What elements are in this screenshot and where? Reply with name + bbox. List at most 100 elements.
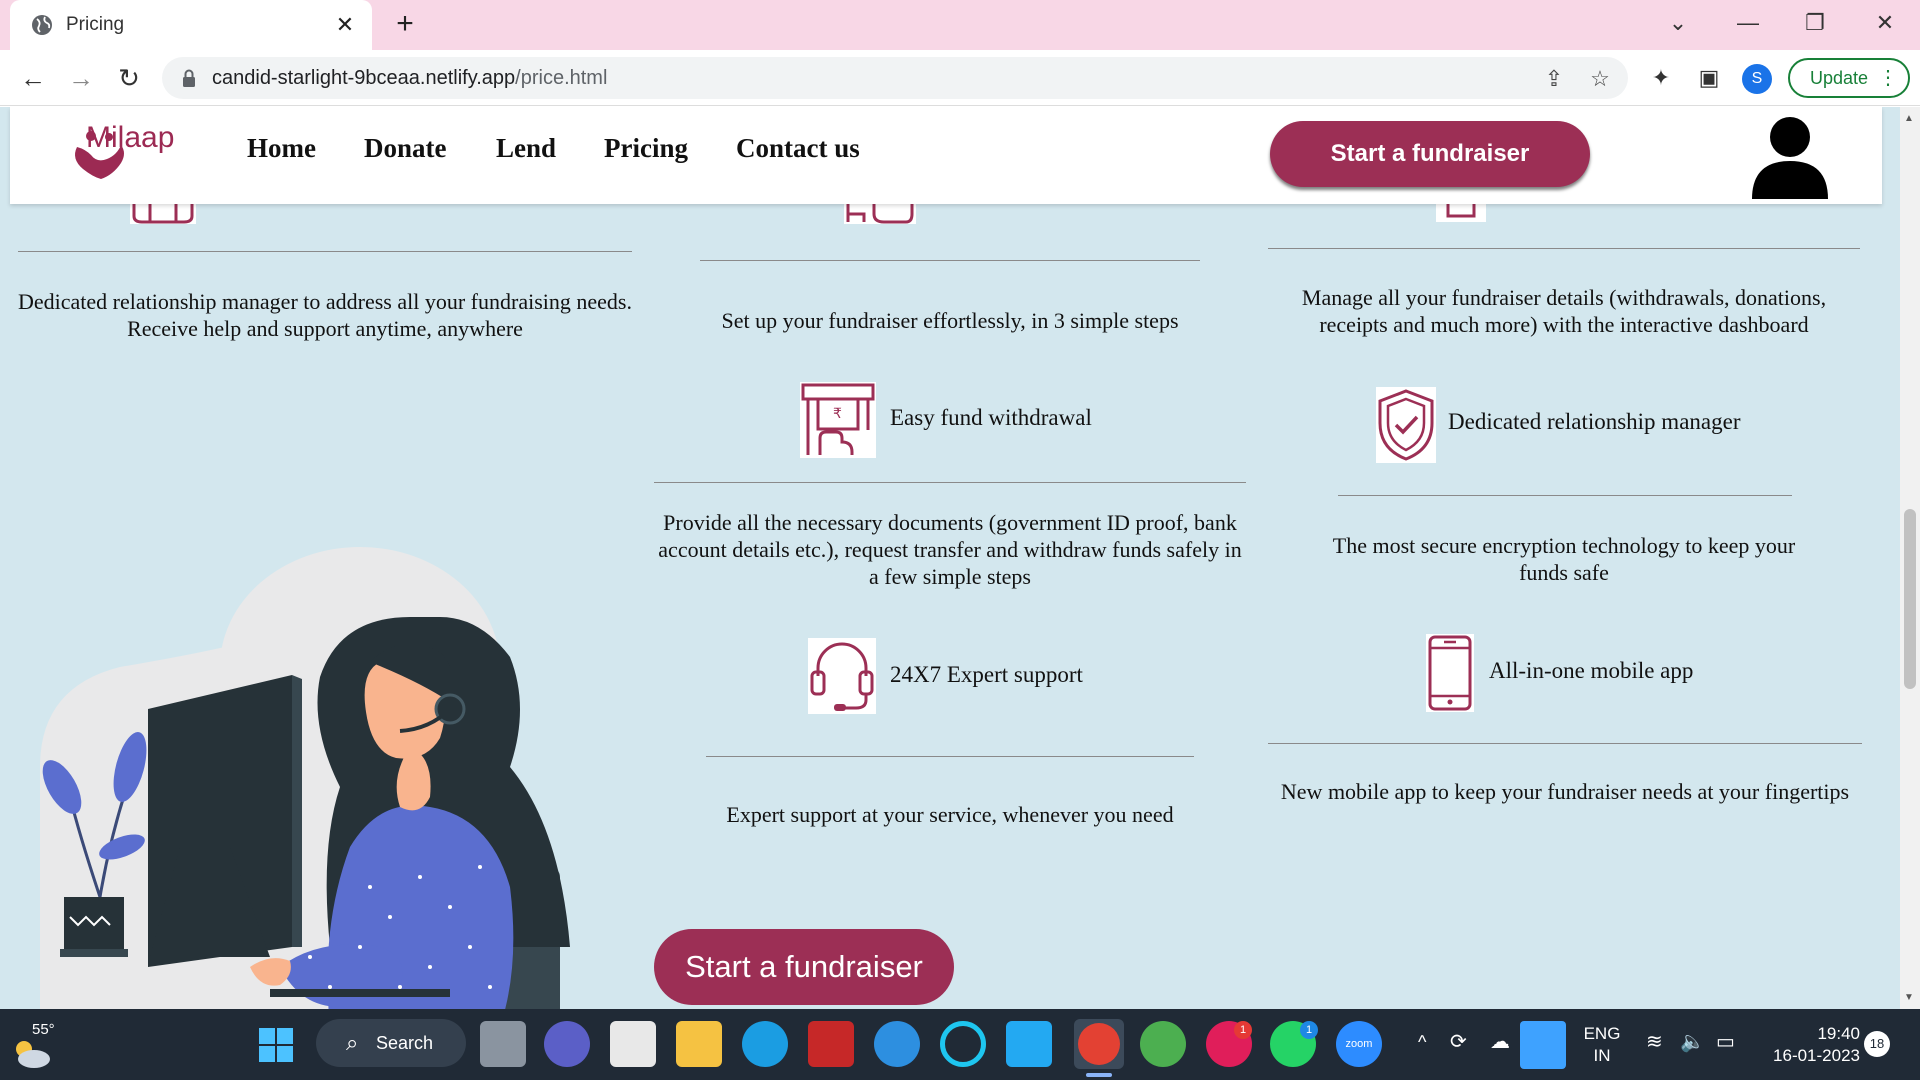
col1-description: Dedicated relationship manager to addres… — [18, 289, 632, 341]
profile-avatar[interactable]: S — [1742, 64, 1772, 94]
browser-toolbar: ← → ↻ candid-starlight-9bceaa.netlify.ap… — [0, 50, 1920, 106]
tray-chevron-icon[interactable]: ^ — [1418, 1031, 1426, 1053]
support-agent-illustration — [40, 547, 570, 1009]
divider-withdrawal — [654, 482, 1246, 483]
search-label: Search — [376, 1033, 434, 1053]
nav-lend[interactable]: Lend — [496, 133, 556, 164]
globe-icon — [32, 15, 52, 35]
nav-home[interactable]: Home — [247, 133, 316, 164]
microphone-icon[interactable] — [1520, 1021, 1566, 1069]
lock-icon — [183, 69, 195, 87]
address-bar[interactable]: candid-starlight-9bceaa.netlify.app/pric… — [162, 57, 1628, 99]
reload-button[interactable]: ↻ — [112, 61, 146, 95]
nav-pricing[interactable]: Pricing — [604, 133, 688, 164]
slack-badge: 1 — [1234, 1021, 1252, 1039]
volume-icon[interactable]: 🔈 — [1680, 1031, 1705, 1053]
url-host: candid-starlight-9bceaa.netlify.app — [212, 67, 516, 89]
partial-icon-col3 — [1436, 204, 1486, 222]
browser-tab-strip: Pricing ✕ + ⌄ — ❐ ✕ — [0, 0, 1920, 50]
mcafee-icon[interactable] — [808, 1021, 854, 1067]
scrollbar-thumb[interactable] — [1904, 509, 1916, 689]
new-tab-button[interactable]: + — [389, 9, 421, 41]
atm-withdrawal-icon: ₹ — [800, 382, 876, 458]
nav-contact-us[interactable]: Contact us — [736, 133, 860, 164]
clock[interactable]: 19:40 16-01-2023 — [1760, 1023, 1860, 1067]
chrome-icon[interactable] — [1140, 1021, 1186, 1067]
scroll-up-arrow-icon[interactable]: ▲ — [1904, 113, 1914, 124]
headset-icon — [808, 638, 876, 714]
manager-description: The most secure encryption technology to… — [1332, 533, 1796, 585]
clock-time: 19:40 — [1817, 1024, 1860, 1043]
nav-donate[interactable]: Donate — [364, 133, 447, 164]
support-description: Expert support at your service, whenever… — [726, 802, 1174, 827]
wifi-icon[interactable]: ≋ — [1646, 1031, 1663, 1053]
taskbar-search[interactable]: ⌕ Search — [316, 1019, 466, 1067]
site-header: Milaap Home Donate Lend Pricing Contact … — [10, 107, 1882, 204]
withdrawal-description: Provide all the necessary documents (gov… — [658, 510, 1242, 589]
mobile-label: All-in-one mobile app — [1489, 658, 1694, 683]
edge-browser-icon[interactable] — [742, 1021, 788, 1067]
url-text: candid-starlight-9bceaa.netlify.app/pric… — [212, 67, 607, 90]
scroll-down-arrow-icon[interactable]: ▼ — [1904, 992, 1914, 1003]
close-window-button[interactable]: ✕ — [1865, 8, 1905, 38]
logo-text[interactable]: Milaap — [86, 121, 174, 155]
manager-label: Dedicated relationship manager — [1448, 409, 1741, 434]
windows-start-icon[interactable] — [258, 1027, 294, 1063]
help-icon[interactable] — [874, 1021, 920, 1067]
teams-chat-icon[interactable] — [544, 1021, 590, 1067]
start-fundraiser-bottom-button[interactable]: Start a fundraiser — [654, 929, 954, 1005]
tab-search-icon[interactable]: ⌄ — [1658, 8, 1698, 38]
back-button[interactable]: ← — [16, 61, 50, 95]
vscode-icon[interactable] — [1006, 1021, 1052, 1067]
cortana-icon[interactable] — [940, 1021, 986, 1067]
share-icon[interactable]: ⇪ — [1540, 65, 1568, 93]
close-tab-icon[interactable]: ✕ — [332, 12, 358, 38]
tab-pricing[interactable]: Pricing ✕ — [10, 0, 372, 50]
start-fundraiser-header-button[interactable]: Start a fundraiser — [1270, 121, 1590, 187]
divider-col2-top — [700, 260, 1200, 261]
svg-text:₹: ₹ — [833, 406, 842, 422]
divider-mobile — [1268, 743, 1862, 744]
battery-icon[interactable]: ▭ — [1716, 1031, 1735, 1053]
weather-temperature: 55° — [32, 1021, 55, 1038]
task-view-icon[interactable] — [480, 1021, 526, 1067]
chrome-active-indicator — [1086, 1073, 1112, 1077]
search-icon: ⌕ — [346, 1030, 359, 1055]
bookmark-star-icon[interactable]: ☆ — [1586, 65, 1614, 93]
sync-icon[interactable]: ⟳ — [1450, 1031, 1467, 1053]
side-panel-icon[interactable]: ▣ — [1694, 63, 1724, 93]
restore-button[interactable]: ❐ — [1795, 8, 1835, 38]
weather-cloud-icon[interactable] — [10, 1037, 52, 1069]
withdrawal-label: Easy fund withdrawal — [890, 405, 1092, 430]
user-avatar-icon[interactable] — [1750, 115, 1830, 199]
menu-dots-icon: ⋮ — [1878, 67, 1898, 89]
extensions-puzzle-icon[interactable]: ✦ — [1646, 63, 1676, 93]
forward-button[interactable]: → — [64, 61, 98, 95]
lang-bottom: IN — [1593, 1046, 1611, 1065]
language-indicator[interactable]: ENG IN — [1582, 1023, 1622, 1067]
col3-top-description: Manage all your fundraiser details (with… — [1301, 285, 1827, 337]
clock-date: 16-01-2023 — [1773, 1046, 1860, 1065]
chrome-profile-icon[interactable] — [1078, 1023, 1120, 1065]
divider-manager — [1338, 495, 1792, 496]
notification-count[interactable]: 18 — [1864, 1031, 1890, 1057]
partial-icon-col2 — [844, 204, 916, 224]
mobile-phone-icon — [1426, 634, 1474, 712]
whatsapp-badge: 1 — [1300, 1021, 1318, 1039]
onedrive-cloud-icon[interactable]: ☁ — [1490, 1031, 1510, 1053]
minimize-button[interactable]: — — [1728, 8, 1768, 38]
lang-top: ENG — [1583, 1024, 1621, 1043]
page-scrollbar[interactable]: ▲ ▼ — [1900, 107, 1920, 1009]
update-button[interactable]: Update ⋮ — [1788, 58, 1910, 98]
zoom-icon[interactable]: zoom — [1336, 1021, 1382, 1067]
partial-icon-col1 — [130, 204, 196, 224]
file-explorer-icon[interactable] — [676, 1021, 722, 1067]
mobile-description: New mobile app to keep your fundraiser n… — [1280, 779, 1850, 804]
divider-col3-top — [1268, 248, 1860, 249]
windows-taskbar: 55° ⌕ Search 1 1 zoom ^ ⟳ ☁ ENG IN ≋ 🔈 ▭ … — [0, 1009, 1920, 1080]
microsoft-store-icon[interactable] — [610, 1021, 656, 1067]
divider-col1-top — [18, 251, 632, 252]
support-label: 24X7 Expert support — [890, 662, 1083, 687]
divider-support — [706, 756, 1194, 757]
url-path: /price.html — [515, 67, 608, 89]
